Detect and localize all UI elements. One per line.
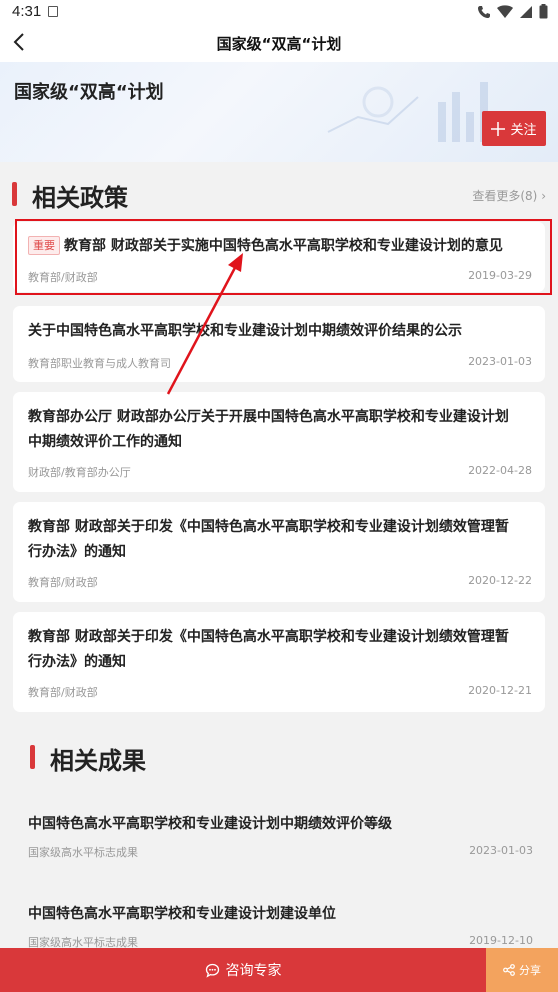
system-icons <box>477 4 548 19</box>
policy-title-line: 行办法》的通知 <box>28 654 126 670</box>
highlight-box <box>15 219 552 295</box>
consult-label: 咨询专家 <box>225 963 282 979</box>
policy-date: 2020-12-21 <box>468 684 532 697</box>
policy-title-line: 行办法》的通知 <box>28 544 126 560</box>
policy-date: 2023-01-03 <box>468 355 532 368</box>
section-accent-bar <box>30 745 35 769</box>
results-section-header: 相关成果 <box>30 741 546 775</box>
result-item[interactable]: 中国特色高水平高职学校和专业建设计划中期绩效评价等级 国家级高水平标志成果 20… <box>28 813 533 863</box>
share-button[interactable]: 分享 <box>486 948 558 992</box>
policy-title-line: 教育部办公厅 财政部办公厅关于开展中国特色高水平高职学校和专业建设计划 <box>28 409 509 425</box>
result-item[interactable]: 中国特色高水平高职学校和专业建设计划建设单位 国家级高水平标志成果 2019-1… <box>28 903 533 949</box>
policy-title-line: 教育部 财政部关于印发《中国特色高水平高职学校和专业建设计划绩效管理暂 <box>28 629 509 645</box>
share-icon <box>503 964 515 976</box>
policies-section-header: 相关政策 查看更多(8) › <box>12 178 546 212</box>
plus-icon <box>491 121 506 136</box>
policy-source: 财政部/教育部办公厅 <box>28 466 131 479</box>
result-date: 2023-01-03 <box>469 844 533 857</box>
results-section-title: 相关成果 <box>50 747 146 775</box>
policy-title: 教育部 财政部关于印发《中国特色高水平高职学校和专业建设计划绩效管理暂 行办法》… <box>28 625 531 675</box>
signal-icon <box>520 5 532 18</box>
policy-source: 教育部/财政部 <box>28 576 98 589</box>
policy-title-line: 中期绩效评价工作的通知 <box>28 434 182 450</box>
result-title: 中国特色高水平高职学校和专业建设计划建设单位 <box>28 906 336 922</box>
page-title: 国家级“双高“计划 <box>216 35 342 53</box>
section-accent-bar <box>12 182 17 206</box>
battery-icon <box>539 4 548 19</box>
policy-date: 2022-04-28 <box>468 464 532 477</box>
result-date: 2019-12-10 <box>469 934 533 947</box>
policy-card[interactable]: 教育部 财政部关于印发《中国特色高水平高职学校和专业建设计划绩效管理暂 行办法》… <box>13 502 545 602</box>
wifi-icon <box>497 4 513 18</box>
result-source: 国家级高水平标志成果 <box>28 846 138 859</box>
view-more-label: 查看更多(8) <box>472 189 538 203</box>
consult-expert-button[interactable]: 咨询专家 <box>0 948 486 992</box>
share-label: 分享 <box>519 964 541 977</box>
policy-title: 关于中国特色高水平高职学校和专业建设计划中期绩效评价结果的公示 <box>28 323 462 339</box>
view-more-link[interactable]: 查看更多(8) › <box>472 187 546 204</box>
policy-title: 教育部 财政部关于印发《中国特色高水平高职学校和专业建设计划绩效管理暂 行办法》… <box>28 515 531 565</box>
status-time: 4:31 <box>12 3 42 20</box>
bottom-action-bar: 咨询专家 分享 <box>0 948 558 992</box>
policy-title: 教育部办公厅 财政部办公厅关于开展中国特色高水平高职学校和专业建设计划 中期绩效… <box>28 405 531 455</box>
policy-source: 教育部/财政部 <box>28 686 98 699</box>
topic-banner: 国家级“双高“计划 <box>0 62 558 162</box>
policy-date: 2020-12-22 <box>468 574 532 587</box>
banner-title: 国家级“双高“计划 <box>14 82 164 103</box>
follow-button[interactable]: 关注 <box>482 111 546 146</box>
follow-label: 关注 <box>510 123 537 138</box>
top-nav-bar: 国家级“双高“计划 <box>0 24 558 62</box>
policy-source: 教育部职业教育与成人教育司 <box>28 357 171 370</box>
result-title: 中国特色高水平高职学校和专业建设计划中期绩效评价等级 <box>28 816 392 832</box>
policy-title-line: 教育部 财政部关于印发《中国特色高水平高职学校和专业建设计划绩效管理暂 <box>28 519 509 535</box>
policy-card[interactable]: 关于中国特色高水平高职学校和专业建设计划中期绩效评价结果的公示 教育部职业教育与… <box>13 306 545 382</box>
chevron-right-icon: › <box>541 189 546 203</box>
notification-icon <box>48 6 58 17</box>
policy-card[interactable]: 教育部办公厅 财政部办公厅关于开展中国特色高水平高职学校和专业建设计划 中期绩效… <box>13 392 545 492</box>
phone-icon <box>478 5 490 18</box>
policy-card[interactable]: 教育部 财政部关于印发《中国特色高水平高职学校和专业建设计划绩效管理暂 行办法》… <box>13 612 545 712</box>
policies-section-title: 相关政策 <box>32 184 128 212</box>
status-bar: 4:31 <box>0 0 558 24</box>
chat-icon <box>205 963 219 978</box>
